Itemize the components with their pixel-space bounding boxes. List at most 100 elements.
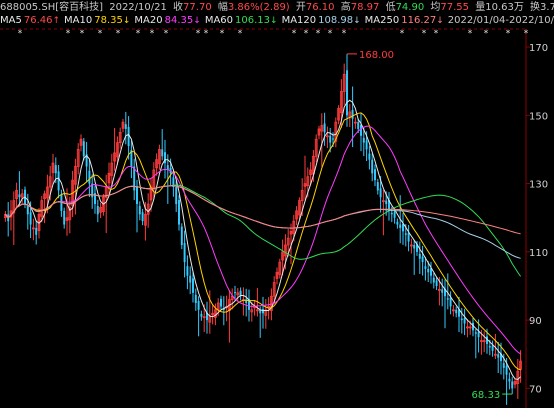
event-star-marker: * bbox=[524, 29, 529, 39]
candle-body bbox=[421, 256, 424, 263]
event-star-marker: * bbox=[316, 29, 321, 39]
candle-body bbox=[404, 233, 407, 235]
candle-body bbox=[186, 266, 189, 276]
candle-body bbox=[365, 140, 368, 150]
candle-body bbox=[96, 206, 99, 215]
candle-body bbox=[441, 289, 444, 293]
event-star-marker: * bbox=[400, 29, 405, 39]
candle-body bbox=[183, 242, 186, 263]
event-star-marker: * bbox=[328, 29, 333, 39]
candle-body bbox=[368, 153, 371, 160]
event-star-marker: * bbox=[164, 29, 169, 39]
candle-body bbox=[435, 280, 438, 286]
event-star-marker: * bbox=[98, 29, 103, 39]
event-star-marker: * bbox=[342, 29, 347, 39]
candle-body bbox=[323, 123, 326, 133]
candle-body bbox=[136, 186, 138, 205]
candle-body bbox=[357, 122, 360, 129]
candle-body bbox=[141, 212, 144, 222]
candle-body bbox=[192, 278, 194, 293]
candle-body bbox=[455, 309, 458, 314]
high-annotation-label: 168.00 bbox=[359, 50, 394, 61]
candle-body bbox=[508, 378, 511, 382]
candle-body bbox=[393, 212, 396, 218]
low-annotation-label: 68.33 bbox=[472, 390, 501, 401]
candle-body bbox=[413, 245, 416, 249]
event-star-marker: * bbox=[292, 29, 297, 39]
candle-body bbox=[161, 149, 164, 157]
event-star-marker: * bbox=[136, 29, 141, 39]
candle-body bbox=[189, 275, 192, 283]
y-tick-label: 90 bbox=[529, 316, 542, 327]
event-star-marker: * bbox=[434, 29, 439, 39]
event-star-marker: * bbox=[204, 29, 209, 39]
candle-body bbox=[332, 138, 334, 140]
event-star-marker: * bbox=[116, 29, 121, 39]
candle-body bbox=[427, 268, 430, 273]
candle-body bbox=[360, 124, 362, 136]
candle-body bbox=[376, 182, 379, 191]
candle-body bbox=[407, 232, 410, 242]
event-star-marker: * bbox=[18, 29, 23, 39]
candle-body bbox=[379, 188, 382, 198]
candle-body bbox=[424, 266, 427, 269]
candle-body bbox=[460, 318, 463, 321]
candle-body bbox=[200, 313, 203, 317]
event-star-marker: * bbox=[238, 29, 243, 39]
y-tick-label: 130 bbox=[529, 180, 548, 191]
event-star-marker: * bbox=[484, 29, 489, 39]
event-star-marker: * bbox=[506, 29, 511, 39]
candle-body bbox=[57, 171, 60, 191]
event-star-marker: * bbox=[150, 29, 155, 39]
candle-body bbox=[262, 309, 264, 314]
event-star-marker: * bbox=[196, 29, 201, 39]
candle-body bbox=[505, 365, 508, 375]
candle-body bbox=[371, 159, 374, 174]
candle-body bbox=[418, 253, 421, 259]
candle-body bbox=[329, 135, 332, 143]
candle-body bbox=[390, 212, 393, 215]
candle-body bbox=[29, 212, 32, 225]
event-star-marker: * bbox=[66, 29, 71, 39]
candle-body bbox=[194, 294, 197, 304]
candle-body bbox=[54, 165, 57, 174]
candle-body bbox=[491, 345, 494, 351]
candlestick-chart: 170 150 130 110 90 70 * * * * * * * * * * * * * * * * * * * * * * * *… bbox=[0, 28, 548, 408]
candle-body bbox=[446, 298, 449, 300]
candle-body bbox=[178, 199, 180, 225]
candle-body bbox=[124, 124, 127, 129]
candle-body bbox=[497, 354, 500, 358]
candle-body bbox=[385, 200, 388, 205]
candle-body bbox=[396, 221, 399, 225]
candle-body bbox=[234, 292, 236, 294]
candle-body bbox=[351, 109, 354, 119]
candle-body bbox=[18, 194, 21, 198]
candle-body bbox=[463, 318, 466, 324]
candle-body bbox=[26, 206, 29, 215]
candle-body bbox=[88, 170, 91, 184]
event-star-marker: * bbox=[220, 29, 225, 39]
ma5-line bbox=[5, 99, 521, 381]
candle-body bbox=[511, 381, 514, 389]
candle-body bbox=[477, 331, 480, 338]
candle-body bbox=[220, 298, 222, 307]
candle-body bbox=[474, 332, 477, 334]
candle-body bbox=[362, 137, 365, 143]
candle-body bbox=[488, 346, 491, 348]
candle-body bbox=[432, 277, 435, 283]
candle-body bbox=[399, 224, 402, 228]
candle-body bbox=[175, 186, 178, 205]
y-tick-label: 70 bbox=[529, 384, 542, 395]
event-star-marker: * bbox=[304, 29, 309, 39]
candle-body bbox=[180, 226, 183, 246]
event-star-marker: * bbox=[468, 29, 473, 39]
candle-body bbox=[35, 227, 38, 235]
candle-body bbox=[197, 300, 200, 310]
candle-body bbox=[374, 169, 376, 181]
y-tick-label: 110 bbox=[529, 248, 548, 259]
event-star-marker: * bbox=[422, 29, 427, 39]
candle-body bbox=[82, 141, 85, 157]
candle-body bbox=[502, 363, 505, 368]
ma60-line bbox=[5, 184, 522, 277]
y-tick-label: 150 bbox=[529, 111, 548, 122]
